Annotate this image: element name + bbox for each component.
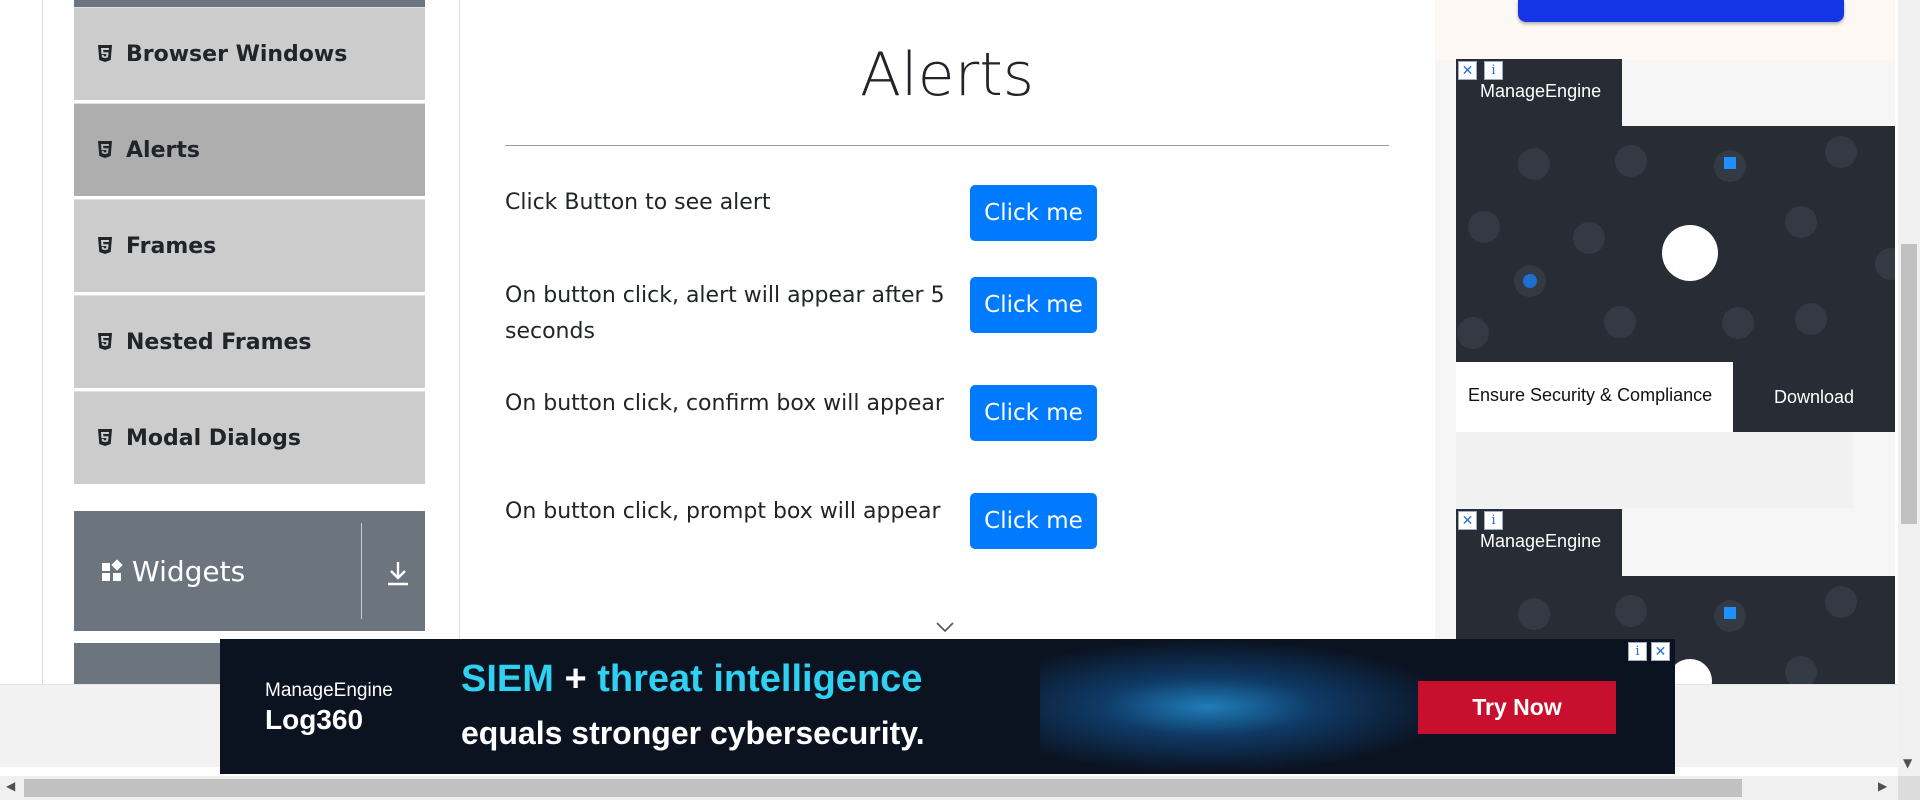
confirm-button[interactable]: Click me [970,385,1097,441]
html5-icon [96,332,114,352]
scrollbar-corner [1898,776,1920,800]
bottom-ad-brand: ManageEngine [265,680,393,701]
sidebar-item-label: Browser Windows [126,41,348,67]
ad-network-graphic[interactable] [1456,126,1907,363]
sidebar-item-nested-frames[interactable]: Nested Frames [74,295,425,388]
ad-close-icon[interactable]: ✕ [1458,61,1477,80]
headline-plus: + [564,658,587,700]
sidebar-item-alerts[interactable]: Alerts [74,103,425,196]
ad-tagline: Ensure Security & Compliance [1468,385,1713,405]
try-now-button[interactable]: Try Now [1418,681,1616,734]
html5-icon [96,236,114,256]
ad-download-button[interactable]: Download [1733,362,1895,432]
sidebar-item-label: Alerts [126,137,200,163]
bottom-ad-product: Log360 [265,704,364,735]
panel-divider [459,0,460,684]
alert-button[interactable]: Click me [970,185,1097,241]
sidebar-item-label: Modal Dialogs [126,425,301,451]
bottom-ad-headline: SIEM + threat intelligence [461,658,922,701]
group-header-divider [361,523,362,619]
scroll-left-arrow-icon[interactable]: ◀ [6,779,15,793]
sidebar-group-label: Widgets [132,554,246,588]
confirm-row-label: On button click, confirm box will appear [505,391,944,416]
html5-icon [96,140,114,160]
html5-icon [96,44,114,64]
ad-info-icon[interactable]: i [1484,61,1503,80]
ad-brand-label: ManageEngine [1480,81,1602,101]
ad-info-icon[interactable]: i [1484,511,1503,530]
alert-row-label: Click Button to see alert [505,190,771,215]
bottom-ad-info-icon[interactable]: i [1628,642,1647,661]
timer-alert-row-label: On button click, alert will appear after… [505,283,945,344]
left-border-line [42,0,43,684]
sidebar-item-label: Frames [126,233,217,259]
top-ad-button[interactable] [1518,0,1844,22]
chevron-down-icon[interactable] [935,620,955,634]
scroll-right-arrow-icon[interactable]: ▶ [1878,779,1887,793]
download-arrow-icon[interactable] [380,555,416,591]
prompt-row-label: On button click, prompt box will appear [505,499,941,524]
prompt-button[interactable]: Click me [970,493,1097,549]
ad-pattern-area [1456,432,1853,508]
horizontal-scroll-thumb[interactable] [24,779,1742,797]
headline-part-1: SIEM [461,658,554,700]
bottom-ad-close-icon[interactable]: ✕ [1651,642,1670,661]
sidebar-group-widgets[interactable]: Widgets [74,511,425,631]
brain-graphic [1040,639,1460,774]
sidebar-item-label: Nested Frames [126,329,312,355]
scroll-down-arrow-icon[interactable]: ▼ [1903,756,1912,770]
sidebar-item-modal-dialogs[interactable]: Modal Dialogs [74,391,425,484]
sidebar-item-frames[interactable]: Frames [74,199,425,292]
bottom-ad-subline: equals stronger cybersecurity. [461,715,925,751]
title-divider [505,145,1389,146]
ad-close-icon[interactable]: ✕ [1458,511,1477,530]
headline-part-2: threat intelligence [597,658,923,700]
sidebar-item-browser-windows[interactable]: Browser Windows [74,7,425,100]
timer-alert-button[interactable]: Click me [970,277,1097,333]
html5-icon [96,428,114,448]
widgets-grid-icon [100,559,124,583]
page-title: Alerts [859,40,1035,110]
ad-brand-label: ManageEngine [1480,531,1602,551]
vertical-scroll-thumb[interactable] [1901,244,1917,524]
sidebar-group-bottom-edge [74,0,425,7]
